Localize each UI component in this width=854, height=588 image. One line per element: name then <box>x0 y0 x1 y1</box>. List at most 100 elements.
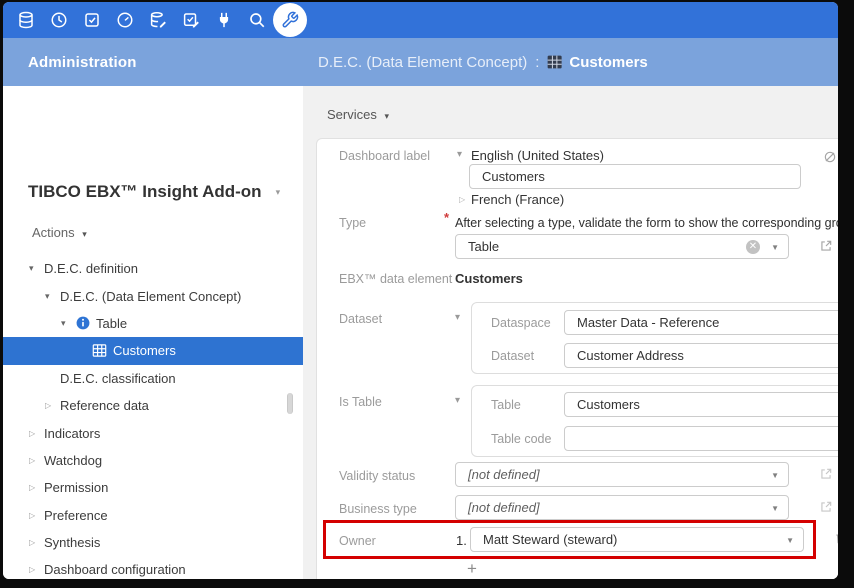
tree-item-label: D.E.C. definition <box>44 261 138 276</box>
tree-expanded-caret[interactable]: ▾ <box>29 263 44 274</box>
owner-value: Matt Steward (steward) <box>483 532 617 547</box>
open-record-icon[interactable] <box>819 467 833 481</box>
combo-caret-icon: ▼ <box>771 504 779 513</box>
tree-item-label: Dashboard configuration <box>44 562 186 577</box>
table-code-label: Table code <box>491 432 551 446</box>
checkbox-icon[interactable] <box>75 2 108 38</box>
tree-collapsed-caret[interactable]: ▷ <box>29 429 44 438</box>
add-owner-button[interactable]: + <box>467 559 477 579</box>
clock-icon[interactable] <box>42 2 75 38</box>
dataspace-input[interactable]: Master Data - Reference <box>564 310 838 335</box>
table-icon <box>92 344 107 357</box>
clear-icon[interactable]: ✕ <box>746 240 760 254</box>
tree-expanded-caret[interactable]: ▾ <box>45 291 60 302</box>
tree-item-label: Reference data <box>60 398 149 413</box>
type-value: Table <box>468 239 499 254</box>
validity-status-value: [not defined] <box>468 467 540 482</box>
tree-item-d-e-c-data-element-concept[interactable]: ▾D.E.C. (Data Element Concept) <box>3 282 303 309</box>
gauge-icon[interactable] <box>108 2 141 38</box>
tree-collapsed-caret[interactable]: ▷ <box>29 511 44 520</box>
dataset-group-box: Dataspace Master Data - Reference Datase… <box>471 302 838 374</box>
services-menu[interactable]: Services ▾ <box>327 107 389 122</box>
combo-caret-icon: ▼ <box>771 471 779 480</box>
section-title: Administration <box>28 38 137 86</box>
actions-menu[interactable]: Actions ▾ <box>32 225 87 240</box>
search-icon[interactable] <box>240 2 273 38</box>
perspective-title: TIBCO EBX™ Insight Add-on <box>28 182 262 202</box>
main-content: Services ▾ Dashboard label ▾ English (Un… <box>303 86 838 579</box>
tree-item-label: Table <box>96 316 127 331</box>
record-form: Dashboard label ▾ English (United States… <box>316 138 838 579</box>
delete-icon[interactable] <box>834 531 838 545</box>
tree-expanded-caret[interactable]: ▾ <box>61 318 76 329</box>
plug-icon[interactable] <box>207 2 240 38</box>
english-expand-caret[interactable]: ▾ <box>457 149 462 160</box>
chevron-down-icon: ▾ <box>276 187 281 198</box>
table-input[interactable]: Customers <box>564 392 838 417</box>
sidebar-scrollbar-thumb[interactable] <box>287 393 293 414</box>
services-label: Services <box>327 107 377 122</box>
tree-item-label: D.E.C. classification <box>60 371 176 386</box>
actions-label: Actions <box>32 225 75 240</box>
tree-item-watchdog[interactable]: ▷Watchdog <box>3 447 303 474</box>
breadcrumb-parent[interactable]: D.E.C. (Data Element Concept) <box>318 54 527 71</box>
open-record-icon[interactable] <box>819 500 833 514</box>
tree-item-label: Watchdog <box>44 453 102 468</box>
is-table-group-label: Is Table <box>339 395 382 409</box>
tree-item-reference-data[interactable]: ▷Reference data <box>3 392 303 419</box>
tree-item-label: Permission <box>44 480 108 495</box>
validity-status-label: Validity status <box>339 469 415 483</box>
type-label: Type <box>339 216 366 230</box>
dashboard-label-english-input[interactable]: Customers <box>469 164 801 189</box>
table-icon <box>547 55 563 69</box>
database-icon[interactable] <box>9 2 42 38</box>
business-type-combo[interactable]: [not defined] ▼ <box>455 495 789 520</box>
validity-status-combo[interactable]: [not defined] ▼ <box>455 462 789 487</box>
tree-collapsed-caret[interactable]: ▷ <box>45 401 60 410</box>
breadcrumb-separator: : <box>535 54 539 71</box>
owner-combo[interactable]: Matt Steward (steward) ▼ <box>470 527 804 552</box>
owner-index: 1. <box>456 533 467 548</box>
dataspace-label: Dataspace <box>491 316 551 330</box>
perspective-selector[interactable]: TIBCO EBX™ Insight Add-on ▾ <box>28 182 280 202</box>
chevron-down-icon: ▾ <box>384 111 389 121</box>
dataspace-value: Master Data - Reference <box>577 315 719 330</box>
table-code-input[interactable] <box>564 426 838 451</box>
tree-item-label: Indicators <box>44 426 100 441</box>
tree-collapsed-caret[interactable]: ▷ <box>29 565 44 574</box>
tree-item-indicators[interactable]: ▷Indicators <box>3 419 303 446</box>
is-table-collapse-caret[interactable]: ▾ <box>455 395 460 406</box>
open-record-icon[interactable] <box>819 239 833 253</box>
tree-collapsed-caret[interactable]: ▷ <box>29 483 44 492</box>
tree-item-customers[interactable]: Customers <box>3 337 303 364</box>
tree-item-d-e-c-definition[interactable]: ▾D.E.C. definition <box>3 255 303 282</box>
tree-item-d-e-c-classification[interactable]: D.E.C. classification <box>3 365 303 392</box>
hide-field-icon[interactable] <box>823 150 837 164</box>
dataset-input[interactable]: Customer Address <box>564 343 838 368</box>
chevron-down-icon: ▾ <box>82 229 87 239</box>
owner-label: Owner <box>339 534 376 548</box>
wrench-icon[interactable] <box>273 2 306 38</box>
tree-collapsed-caret[interactable]: ▷ <box>29 538 44 547</box>
entity-title: Customers <box>569 54 647 71</box>
tree-item-preference[interactable]: ▷Preference <box>3 502 303 529</box>
dashboard-label-english-value: Customers <box>482 169 545 184</box>
dataset-collapse-caret[interactable]: ▾ <box>455 312 460 323</box>
is-table-group-box: Table Customers Table code <box>471 385 838 457</box>
top-toolbar-icons <box>9 2 306 38</box>
tree-item-permission[interactable]: ▷Permission <box>3 474 303 501</box>
ebx-data-element-value: Customers <box>455 271 523 286</box>
database-edit-icon[interactable] <box>141 2 174 38</box>
checklist-edit-icon[interactable] <box>174 2 207 38</box>
tree-item-synthesis[interactable]: ▷Synthesis <box>3 529 303 556</box>
tree-item-table[interactable]: ▾ Table <box>3 310 303 337</box>
type-combo[interactable]: Table ✕ ▼ <box>455 234 789 259</box>
ebx-data-element-label: EBX™ data element <box>339 272 452 286</box>
table-label: Table <box>491 398 521 412</box>
tree-item-label: D.E.C. (Data Element Concept) <box>60 289 241 304</box>
navigation-tree: ▾D.E.C. definition▾D.E.C. (Data Element … <box>3 255 303 579</box>
tree-item-dashboard-configuration[interactable]: ▷Dashboard configuration <box>3 556 303 579</box>
tree-collapsed-caret[interactable]: ▷ <box>29 456 44 465</box>
french-collapse-caret[interactable]: ▷ <box>459 195 465 204</box>
dashboard-label-label: Dashboard label <box>339 149 430 163</box>
